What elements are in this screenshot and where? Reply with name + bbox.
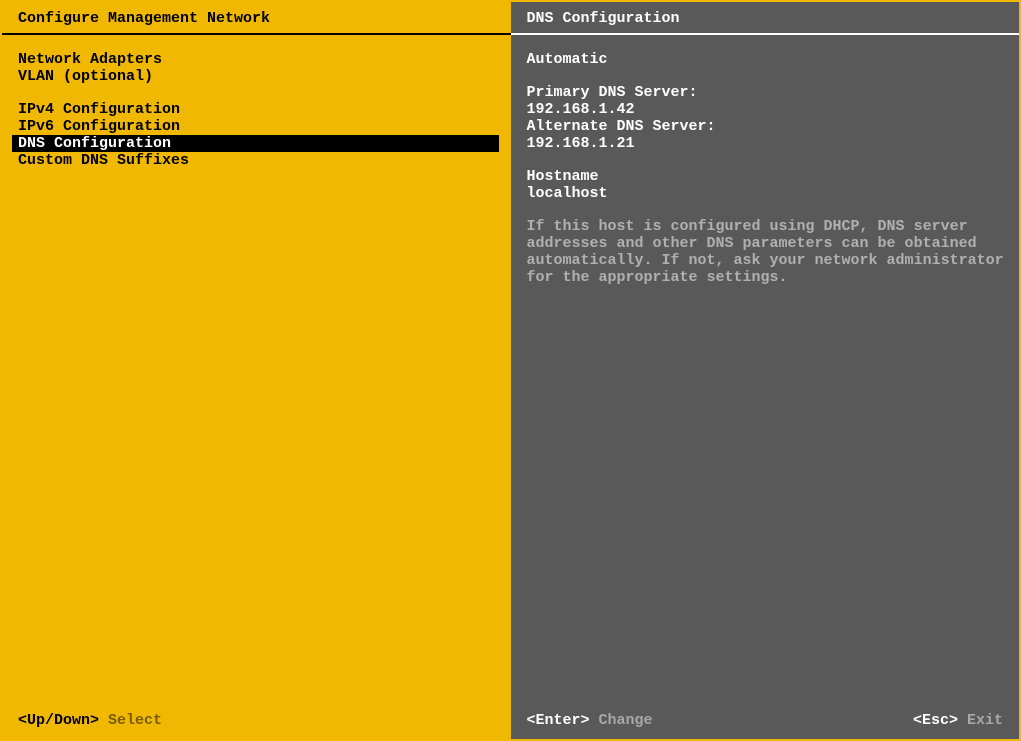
- right-footer: <Enter> Change <Esc> Exit: [511, 704, 1020, 739]
- dns-servers-block: Primary DNS Server: 192.168.1.42 Alterna…: [527, 84, 1008, 152]
- menu-item-dns-configuration[interactable]: DNS Configuration: [12, 135, 499, 152]
- updown-hint: <Up/Down> Select: [18, 712, 162, 729]
- esc-key: <Esc>: [913, 712, 958, 729]
- dns-mode: Automatic: [527, 51, 1008, 68]
- enter-key: <Enter>: [527, 712, 590, 729]
- alternate-dns-label: Alternate DNS Server:: [527, 118, 1008, 135]
- menu-item-ipv4[interactable]: IPv4 Configuration: [2, 101, 511, 118]
- updown-action: Select: [108, 712, 162, 729]
- menu-group-adapters: Network Adapters VLAN (optional): [2, 51, 511, 85]
- menu-body: Network Adapters VLAN (optional) IPv4 Co…: [2, 35, 511, 739]
- hostname-block: Hostname localhost: [527, 168, 1008, 202]
- hostname-value: localhost: [527, 185, 1008, 202]
- enter-action: Change: [599, 712, 653, 729]
- menu-item-custom-dns-suffixes[interactable]: Custom DNS Suffixes: [2, 152, 511, 169]
- esc-hint: <Esc> Exit: [913, 712, 1003, 729]
- esc-action: Exit: [967, 712, 1003, 729]
- detail-body: Automatic Primary DNS Server: 192.168.1.…: [511, 35, 1020, 739]
- alternate-dns-value: 192.168.1.21: [527, 135, 1008, 152]
- left-panel-title: Configure Management Network: [2, 2, 511, 35]
- primary-dns-label: Primary DNS Server:: [527, 84, 1008, 101]
- dns-mode-block: Automatic: [527, 51, 1008, 68]
- help-text: If this host is configured using DHCP, D…: [527, 218, 1008, 286]
- enter-hint: <Enter> Change: [527, 712, 653, 729]
- hostname-label: Hostname: [527, 168, 1008, 185]
- menu-item-vlan[interactable]: VLAN (optional): [2, 68, 511, 85]
- left-footer: <Up/Down> Select: [2, 704, 511, 739]
- right-panel-title: DNS Configuration: [511, 2, 1020, 35]
- left-panel: Configure Management Network Network Ada…: [2, 2, 511, 739]
- primary-dns-value: 192.168.1.42: [527, 101, 1008, 118]
- updown-key: <Up/Down>: [18, 712, 99, 729]
- menu-item-ipv6[interactable]: IPv6 Configuration: [2, 118, 511, 135]
- menu-group-config: IPv4 Configuration IPv6 Configuration DN…: [2, 101, 511, 169]
- right-panel: DNS Configuration Automatic Primary DNS …: [511, 2, 1020, 739]
- menu-item-network-adapters[interactable]: Network Adapters: [2, 51, 511, 68]
